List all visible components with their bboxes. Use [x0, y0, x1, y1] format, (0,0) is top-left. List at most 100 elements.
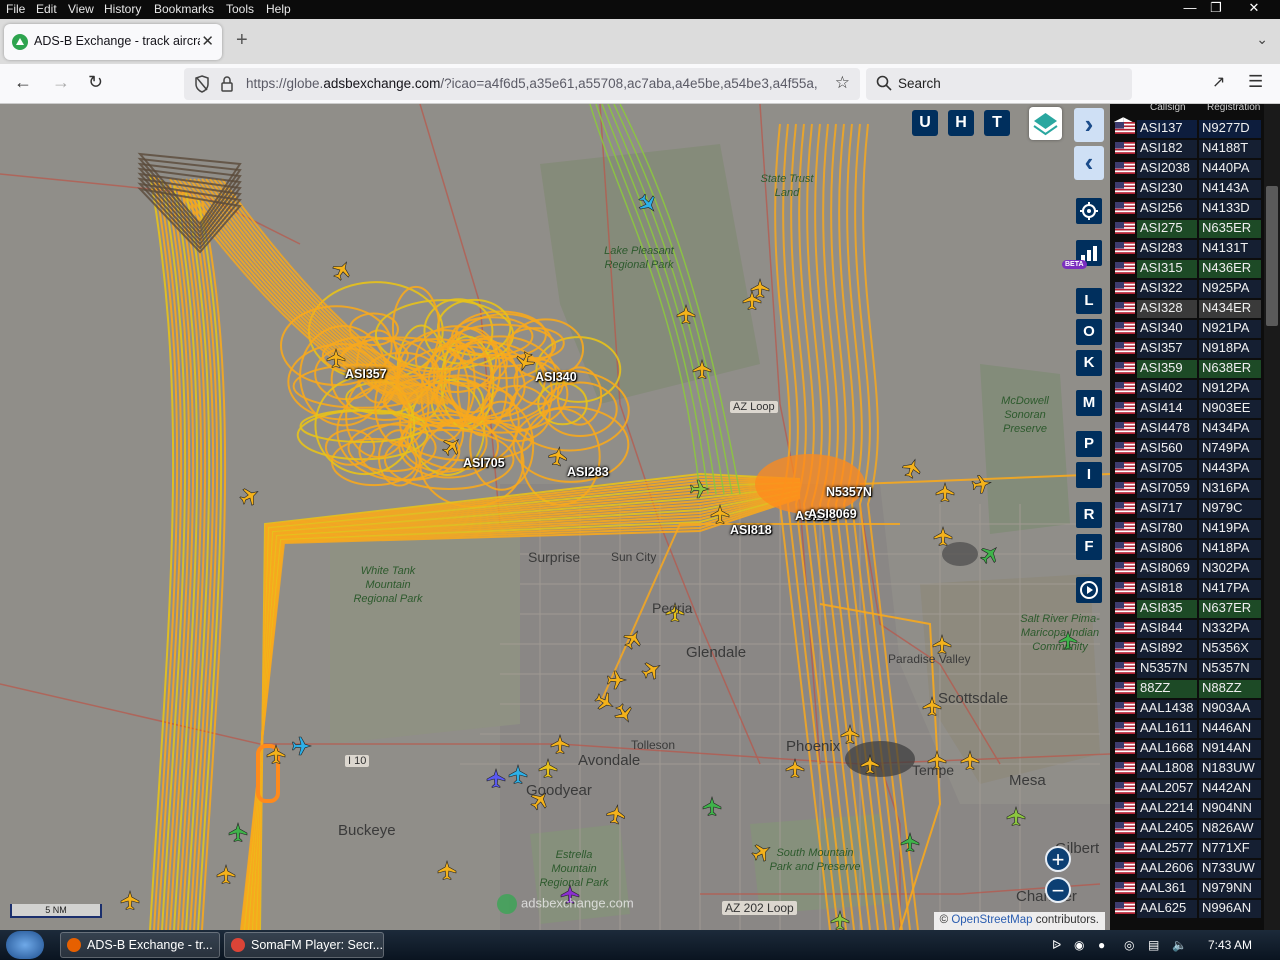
extensions-icon[interactable]: ↗ — [1212, 72, 1225, 92]
table-row[interactable]: ASI402 N912PA — [1113, 378, 1263, 398]
menu-history[interactable]: History — [104, 2, 141, 16]
aircraft-label[interactable]: ASI357 — [345, 367, 387, 381]
table-row[interactable]: ASI780 N419PA — [1113, 518, 1263, 538]
aircraft-label[interactable]: N5357N — [826, 485, 872, 499]
table-row[interactable]: ASI275 N635ER — [1113, 218, 1263, 238]
table-row[interactable]: AAL625 N996AN — [1113, 898, 1263, 918]
column-header-registration[interactable]: Registration — [1207, 104, 1260, 113]
aircraft-label[interactable]: ASI340 — [535, 370, 577, 384]
search-box[interactable]: Search — [866, 68, 1132, 100]
table-row[interactable]: ASI322 N925PA — [1113, 278, 1263, 298]
steam-icon[interactable]: ● — [1098, 938, 1105, 952]
table-row[interactable]: 88ZZ N88ZZ — [1113, 678, 1263, 698]
aircraft-label[interactable]: ASI8069 — [808, 507, 857, 521]
tray-icon[interactable]: ◉ — [1074, 938, 1084, 952]
table-row[interactable]: ASI182 N4188T — [1113, 138, 1263, 158]
toggle-m-button[interactable]: M — [1076, 390, 1102, 416]
start-button[interactable] — [6, 931, 44, 959]
table-row[interactable]: AAL2405 N826AW — [1113, 818, 1263, 838]
toggle-h-button[interactable]: H — [948, 110, 974, 136]
table-row[interactable]: ASI2038 N440PA — [1113, 158, 1263, 178]
menu-bookmarks[interactable]: Bookmarks — [154, 2, 214, 16]
table-row[interactable]: ASI806 N418PA — [1113, 538, 1263, 558]
collapse-panel-button[interactable]: ‹ — [1074, 146, 1104, 180]
table-row[interactable]: N5357N N5357N — [1113, 658, 1263, 678]
table-row[interactable]: ASI705 N443PA — [1113, 458, 1263, 478]
map-view[interactable]: Surprise Sun City Glendale Peoria Tolles… — [0, 104, 1110, 930]
menu-help[interactable]: Help — [266, 2, 291, 16]
table-row[interactable]: ASI835 N637ER — [1113, 598, 1263, 618]
toggle-r-button[interactable]: R — [1076, 502, 1102, 528]
url-text[interactable]: https://globe.adsbexchange.com/?icao=a4f… — [246, 76, 821, 91]
new-tab-button[interactable]: + — [236, 29, 248, 52]
aircraft-label[interactable]: ASI705 — [463, 456, 505, 470]
toggle-l-button[interactable]: L — [1076, 288, 1102, 314]
taskbar-item-chrome[interactable]: SomaFM Player: Secr... — [224, 932, 384, 958]
menu-view[interactable]: View — [68, 2, 94, 16]
close-tab-icon[interactable]: ✕ — [201, 32, 214, 50]
list-tabs-icon[interactable]: ⌄ — [1256, 31, 1268, 48]
table-row[interactable]: ASI414 N903EE — [1113, 398, 1263, 418]
table-row[interactable]: AAL1611 N446AN — [1113, 718, 1263, 738]
table-row[interactable]: ASI4478 N434PA — [1113, 418, 1263, 438]
table-row[interactable]: AAL2606 N733UW — [1113, 858, 1263, 878]
volume-icon[interactable]: 🔈 — [1172, 938, 1187, 952]
toggle-u-button[interactable]: U — [912, 110, 938, 136]
table-row[interactable]: AAL361 N979NN — [1113, 878, 1263, 898]
back-button[interactable]: ← — [14, 72, 32, 93]
menu-edit[interactable]: Edit — [36, 2, 57, 16]
toggle-o-button[interactable]: O — [1076, 319, 1102, 345]
taskbar-item-firefox[interactable]: ADS-B Exchange - tr... — [60, 932, 220, 958]
network-icon[interactable]: ▤ — [1148, 938, 1159, 952]
tray-icon[interactable]: ◎ — [1124, 938, 1134, 952]
table-row[interactable]: ASI844 N332PA — [1113, 618, 1263, 638]
table-row[interactable]: ASI357 N918PA — [1113, 338, 1263, 358]
bookmark-star-icon[interactable]: ☆ — [835, 73, 850, 93]
table-row[interactable]: ASI340 N921PA — [1113, 318, 1263, 338]
reload-button[interactable]: ↻ — [88, 72, 103, 93]
table-row[interactable]: ASI256 N4133D — [1113, 198, 1263, 218]
menu-file[interactable]: File — [6, 2, 25, 16]
table-row[interactable]: AAL2577 N771XF — [1113, 838, 1263, 858]
table-row[interactable]: AAL2214 N904NN — [1113, 798, 1263, 818]
toggle-i-button[interactable]: I — [1076, 462, 1102, 488]
table-row[interactable]: ASI818 N417PA — [1113, 578, 1263, 598]
table-row[interactable]: ASI137 N9277D — [1113, 118, 1263, 138]
tab-adsb[interactable]: ADS-B Exchange - track aircraft ✕ — [4, 24, 222, 60]
menu-tools[interactable]: Tools — [226, 2, 254, 16]
table-row[interactable]: ASI8069 N302PA — [1113, 558, 1263, 578]
close-window-button[interactable]: ✕ — [1236, 0, 1272, 18]
table-row[interactable]: ASI328 N434ER — [1113, 298, 1263, 318]
zoom-in-button[interactable]: + — [1045, 846, 1071, 872]
table-row[interactable]: ASI283 N4131T — [1113, 238, 1263, 258]
settings-button[interactable] — [1076, 198, 1102, 224]
toggle-t-button[interactable]: T — [984, 110, 1010, 136]
expand-panel-button[interactable]: › — [1074, 108, 1104, 142]
replay-button[interactable] — [1076, 577, 1102, 603]
table-scrollbar[interactable] — [1264, 104, 1280, 930]
aircraft-label[interactable]: ASI283 — [567, 465, 609, 479]
app-menu-icon[interactable]: ☰ — [1248, 72, 1263, 92]
table-row[interactable]: AAL2057 N442AN — [1113, 778, 1263, 798]
restore-button[interactable]: ❐ — [1198, 0, 1234, 18]
table-row[interactable]: ASI359 N638ER — [1113, 358, 1263, 378]
table-row[interactable]: ASI230 N4143A — [1113, 178, 1263, 198]
layers-button[interactable] — [1029, 107, 1062, 140]
aircraft-label[interactable]: ASI818 — [730, 523, 772, 537]
table-row[interactable]: AAL1808 N183UW — [1113, 758, 1263, 778]
table-row[interactable]: ASI7059 N316PA — [1113, 478, 1263, 498]
tracking-protection-icon[interactable] — [194, 75, 210, 93]
table-row[interactable]: ASI315 N436ER — [1113, 258, 1263, 278]
zoom-out-button[interactable]: − — [1045, 877, 1071, 903]
scrollbar-thumb[interactable] — [1266, 186, 1278, 326]
lock-icon[interactable] — [220, 75, 234, 93]
toggle-p-button[interactable]: P — [1076, 431, 1102, 457]
table-row[interactable]: ASI560 N749PA — [1113, 438, 1263, 458]
toggle-f-button[interactable]: F — [1076, 534, 1102, 560]
table-row[interactable]: AAL1668 N914AN — [1113, 738, 1263, 758]
column-header-callsign[interactable]: Callsign — [1150, 104, 1186, 113]
clock[interactable]: 7:43 AM — [1208, 938, 1252, 952]
forward-button[interactable]: → — [52, 72, 70, 93]
table-row[interactable]: AAL1438 N903AA — [1113, 698, 1263, 718]
toggle-k-button[interactable]: K — [1076, 350, 1102, 376]
